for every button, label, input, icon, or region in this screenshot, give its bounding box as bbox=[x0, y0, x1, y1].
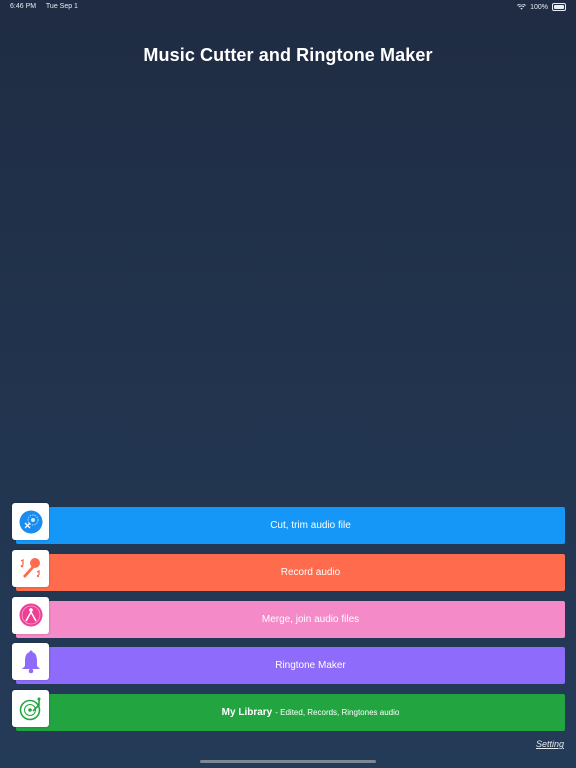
library-icon-tile[interactable] bbox=[12, 690, 49, 728]
merge-join-button[interactable]: Merge, join audio files bbox=[16, 600, 565, 638]
menu-item-merge[interactable]: Merge, join audio files bbox=[12, 596, 565, 638]
home-indicator[interactable] bbox=[200, 760, 376, 763]
my-library-subtitle: - Edited, Records, Ringtones audio bbox=[275, 708, 400, 718]
merge-icon-tile[interactable] bbox=[12, 596, 49, 634]
my-library-button[interactable]: My Library - Edited, Records, Ringtones … bbox=[16, 694, 565, 732]
merge-icon bbox=[19, 603, 42, 627]
setting-link[interactable]: Setting bbox=[536, 739, 564, 749]
ringtone-maker-button[interactable]: Ringtone Maker bbox=[16, 647, 565, 685]
main-menu: Cut, trim audio file Record audio Merge,… bbox=[12, 503, 565, 737]
status-left: 6:46 PM Tue Sep 1 bbox=[10, 3, 86, 10]
my-library-label: My Library bbox=[221, 707, 273, 719]
ringtone-icon-tile[interactable] bbox=[12, 643, 49, 681]
record-icon-tile[interactable] bbox=[12, 549, 49, 587]
menu-item-cut-trim[interactable]: Cut, trim audio file bbox=[12, 503, 565, 544]
ringtone-maker-label: Ringtone Maker bbox=[275, 660, 346, 672]
turntable-icon bbox=[19, 697, 40, 720]
menu-item-record[interactable]: Record audio bbox=[12, 549, 565, 591]
merge-join-label: Merge, join audio files bbox=[261, 613, 360, 625]
menu-item-library[interactable]: My Library - Edited, Records, Ringtones … bbox=[12, 690, 565, 732]
cut-trim-icon-tile[interactable] bbox=[12, 503, 49, 540]
microphone-icon bbox=[20, 558, 40, 579]
scissors-disc-icon bbox=[19, 510, 42, 533]
status-date: Tue Sep 1 bbox=[45, 3, 78, 10]
battery-percent: 100% bbox=[530, 3, 548, 11]
wifi-icon bbox=[517, 4, 527, 10]
cut-trim-label: Cut, trim audio file bbox=[270, 520, 351, 531]
status-right: 100% bbox=[517, 3, 566, 11]
cut-trim-button[interactable]: Cut, trim audio file bbox=[16, 507, 565, 544]
page-title: Music Cutter and Ringtone Maker bbox=[143, 45, 433, 65]
record-audio-button[interactable]: Record audio bbox=[16, 553, 565, 591]
bell-icon bbox=[21, 650, 40, 674]
record-audio-label: Record audio bbox=[280, 566, 341, 578]
status-bar: 6:46 PM Tue Sep 1 100% bbox=[0, 0, 576, 14]
battery-icon bbox=[552, 3, 566, 11]
menu-item-ringtone[interactable]: Ringtone Maker bbox=[12, 643, 565, 685]
status-time: 6:46 PM bbox=[10, 3, 37, 10]
